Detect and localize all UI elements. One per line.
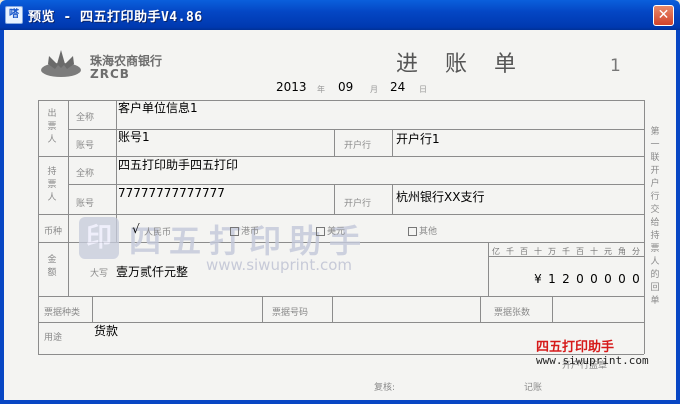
date-month: 09 (338, 80, 354, 94)
grid-line (334, 184, 335, 214)
payer-section-label: 出票人 (47, 109, 57, 145)
currency-option-hkd-label: 港币 (241, 227, 260, 237)
grid-line (644, 100, 645, 354)
promo-brand-name: 四五打印助手 (536, 340, 615, 355)
payer-bank-label: 开户行 (344, 141, 372, 151)
grid-line (68, 184, 644, 185)
close-button[interactable]: ✕ (653, 5, 674, 26)
title-bar: 嗒 预览 - 四五打印助手V4.86 ✕ (0, 0, 680, 30)
watermark-logo: 印 (79, 217, 119, 259)
grid-line (488, 242, 489, 296)
amount-digit-header: 百 (520, 247, 528, 256)
window-title: 预览 - 四五打印助手V4.86 (28, 10, 203, 25)
currency-label: 币种 (44, 227, 63, 237)
currency-option-other-label: 其他 (419, 227, 438, 237)
grid-line (552, 296, 553, 322)
amount-upper-label: 大写 (90, 269, 109, 279)
purpose-value: 货款 (94, 324, 119, 338)
amount-digit: 0 (632, 272, 640, 286)
document-title: 进 账 单 (396, 52, 526, 77)
payer-bank-value: 开户行1 (396, 132, 440, 146)
review-label: 复核: (374, 383, 396, 393)
grid-line (92, 296, 93, 322)
grid-line (38, 100, 39, 354)
bill-number-label: 票据号码 (272, 308, 309, 318)
watermark-url: www.siwuprint.com (206, 256, 353, 274)
payer-account-value: 账号1 (118, 130, 150, 144)
amount-digit-header: 元 (604, 247, 612, 256)
grid-line (392, 184, 393, 214)
amount-digit-header: 百 (576, 247, 584, 256)
grid-line (68, 129, 644, 130)
copy-instructions-strip: 第一联 开户行交给持票人的回单 (650, 127, 660, 306)
payee-name-value: 四五打印助手四五打印 (118, 158, 239, 172)
year-label: 年 (317, 85, 325, 94)
amount-digits: ¥1 2 0 0 0 0 0 (490, 272, 644, 288)
amount-digit-header: 千 (506, 247, 514, 256)
amount-digit-header: 万 (548, 247, 556, 256)
amount-digit: 0 (576, 272, 584, 286)
checkbox-other[interactable] (408, 227, 417, 236)
amount-digit-header: 千 (562, 247, 570, 256)
grid-line (38, 214, 644, 215)
currency-option-usd-label: 美元 (327, 227, 346, 237)
checkbox-hkd[interactable] (230, 227, 239, 236)
grid-line (68, 100, 69, 242)
amount-digit-header: 十 (590, 247, 598, 256)
currency-option-rmb: 人民币 (144, 228, 172, 238)
currency-option-hkd: 港币 (230, 224, 259, 237)
amount-digit: 1 (548, 272, 556, 286)
payee-bank-label: 开户行 (344, 199, 372, 209)
grid-line (392, 129, 393, 156)
bank-abbreviation: ZRCB (90, 67, 130, 81)
payee-account-label: 账号 (76, 199, 95, 209)
grid-line (38, 322, 644, 323)
amount-digit-header: 十 (534, 247, 542, 256)
currency-check-mark: √ (132, 222, 140, 236)
payer-account-label: 账号 (76, 141, 95, 151)
amount-digit: 0 (618, 272, 626, 286)
bill-type-label: 票据种类 (44, 308, 81, 318)
amount-digit-headers: 亿千百十万千百十元角分 (490, 246, 644, 256)
window-frame-bottom (0, 400, 680, 404)
checkbox-usd[interactable] (316, 227, 325, 236)
app-icon[interactable]: 嗒 (5, 6, 23, 24)
currency-option-other: 其他 (408, 224, 437, 237)
amount-upper-value: 壹万贰仟元整 (116, 265, 189, 279)
promo-url[interactable]: www.siwuprint.com (536, 354, 649, 367)
document-number: 1 (610, 56, 621, 76)
amount-digit: 0 (604, 272, 612, 286)
amount-digit: 0 (590, 272, 598, 286)
payee-section-label: 持票人 (47, 167, 57, 203)
grid-line (38, 296, 644, 297)
date-year: 2013 (276, 80, 307, 94)
currency-option-usd: 美元 (316, 224, 345, 237)
payee-bank-value: 杭州银行XX支行 (396, 190, 485, 204)
purpose-label: 用途 (44, 333, 63, 343)
window-frame-right (676, 30, 680, 404)
grid-line (68, 242, 69, 296)
amount-section-label: 金额 (47, 255, 57, 278)
payee-name-label: 全称 (76, 169, 95, 179)
month-label: 月 (370, 85, 378, 94)
amount-digit-header: 亿 (492, 247, 500, 256)
grid-line (334, 129, 335, 156)
bank-logo-icon (41, 50, 81, 77)
date-day: 24 (390, 80, 406, 94)
record-label: 记账 (524, 383, 543, 393)
grid-line (332, 296, 333, 322)
payer-name-label: 全称 (76, 113, 95, 123)
amount-digit: 2 (562, 272, 570, 286)
close-icon: ✕ (657, 7, 670, 23)
amount-digit-header: 角 (618, 247, 626, 256)
payee-account-value: 77777777777777 (118, 186, 225, 200)
grid-line (480, 296, 481, 322)
bill-count-label: 票据张数 (494, 308, 531, 318)
grid-line (262, 296, 263, 322)
amount-digit: ¥ (534, 272, 542, 286)
payer-name-value: 客户单位信息1 (118, 101, 198, 115)
amount-digit-header: 分 (632, 247, 640, 256)
day-label: 日 (419, 85, 427, 94)
